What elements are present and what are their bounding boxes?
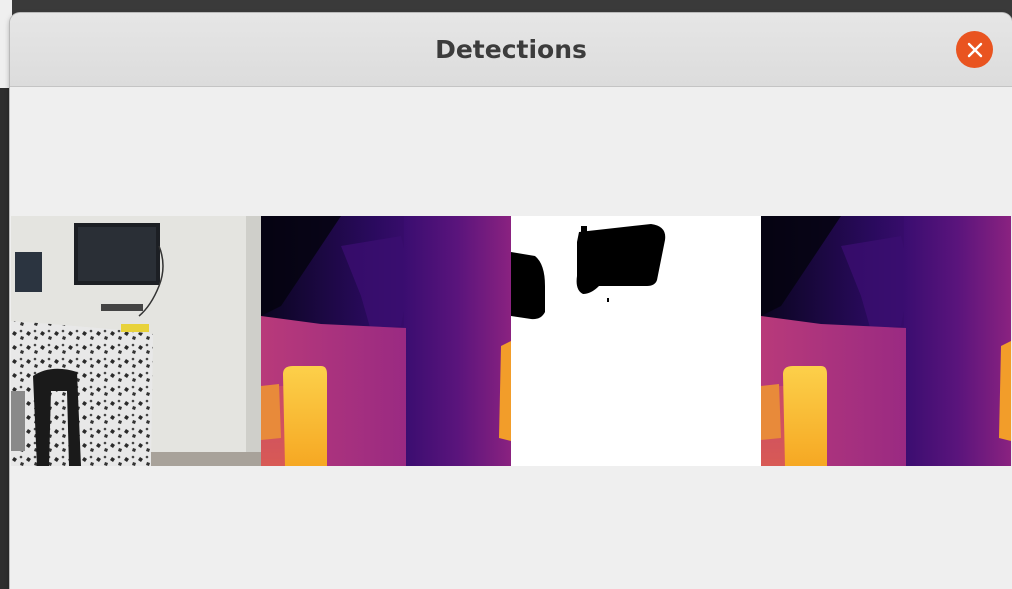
depth-map-copy-panel [761,216,1011,466]
detections-image-strip [11,216,1012,466]
obstacle-mask-panel [511,216,761,466]
detections-window: Detections [10,13,1012,589]
window-title: Detections [435,35,587,64]
title-bar[interactable]: Detections [10,13,1012,87]
rgb-frame-panel [11,216,261,466]
close-icon [967,42,982,57]
depth-map-panel [261,216,511,466]
image-area [10,87,1012,589]
close-button[interactable] [956,31,993,68]
